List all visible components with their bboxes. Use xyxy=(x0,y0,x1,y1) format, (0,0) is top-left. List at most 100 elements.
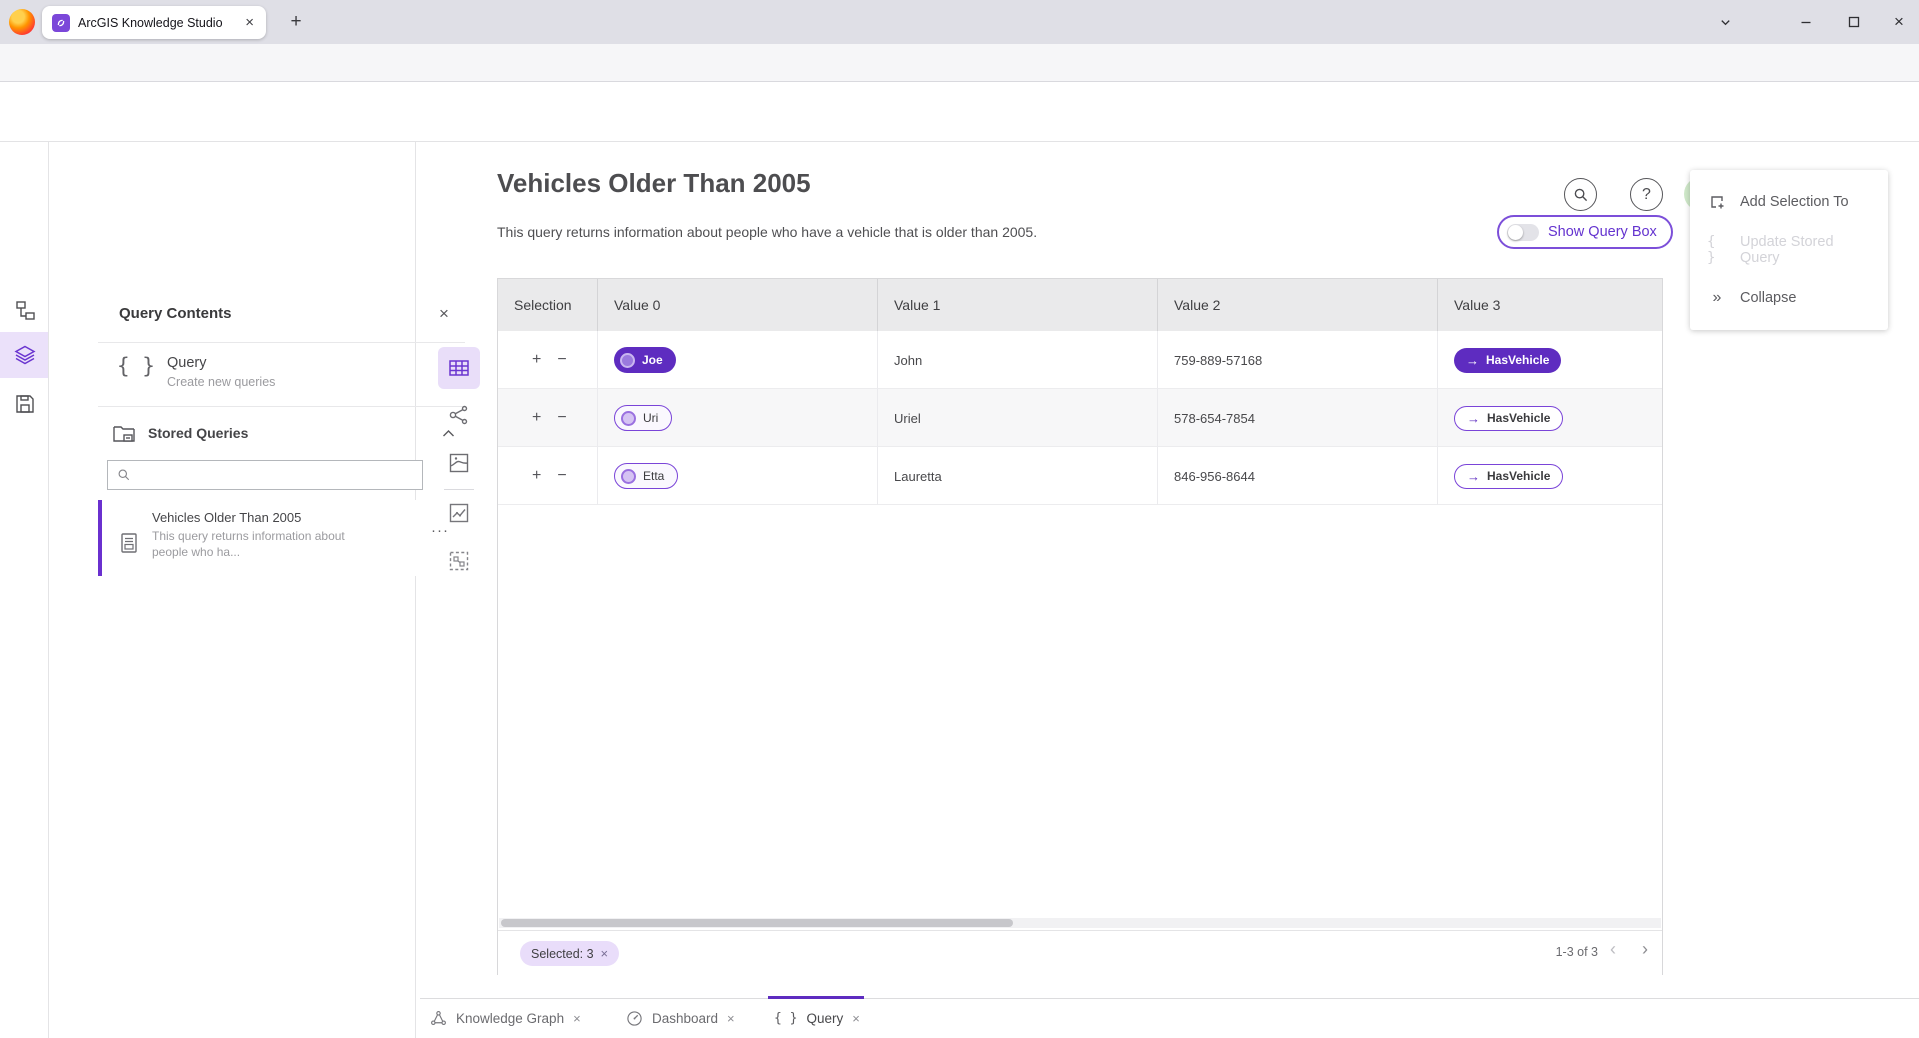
table-header-row: Selection Value 0 Value 1 Value 2 Value … xyxy=(498,279,1662,331)
scrollbar-thumb[interactable] xyxy=(501,919,1013,927)
link-chart-icon[interactable] xyxy=(448,404,470,426)
chart-view-icon[interactable] xyxy=(448,502,470,524)
table-view-icon[interactable] xyxy=(448,357,470,379)
stored-query-title: Vehicles Older Than 2005 xyxy=(152,510,301,525)
stored-queries-header[interactable]: Stored Queries xyxy=(148,425,248,441)
window-close-icon[interactable]: × xyxy=(1886,11,1912,33)
table-row[interactable]: + − Joe John 759-889-57168 →HasVehicle xyxy=(498,331,1662,389)
sitemap-icon[interactable] xyxy=(14,299,36,321)
toggle-label: Show Query Box xyxy=(1548,224,1657,240)
tab-title: ArcGIS Knowledge Studio xyxy=(78,16,235,30)
add-to-selection-icon[interactable]: + xyxy=(532,351,541,369)
tab-close-icon[interactable]: × xyxy=(243,14,256,31)
dashboard-gauge-icon xyxy=(626,1010,643,1027)
maximize-icon[interactable] xyxy=(1841,11,1867,33)
stored-queries-search-input[interactable] xyxy=(107,460,423,490)
tab-knowledge-graph[interactable]: Knowledge Graph × xyxy=(430,998,581,1038)
query-item-subtitle: Create new queries xyxy=(167,375,275,389)
layers-icon[interactable] xyxy=(14,344,36,366)
tab-close-icon[interactable]: × xyxy=(573,1011,581,1026)
map-view-icon[interactable] xyxy=(448,452,470,474)
entity-dot-icon xyxy=(621,469,636,484)
cell-value[interactable]: Uriel xyxy=(878,389,1158,447)
entity-pill[interactable]: Etta xyxy=(614,463,678,489)
add-to-selection-icon[interactable]: + xyxy=(532,409,541,427)
entity-pill[interactable]: Uri xyxy=(614,405,672,431)
tab-dashboard[interactable]: Dashboard × xyxy=(626,998,735,1038)
query-item-title: Query xyxy=(167,355,207,371)
context-menu: Add Selection To { } Update Stored Query… xyxy=(1690,170,1888,330)
pagination-range: 1-3 of 3 xyxy=(1518,945,1598,959)
selected-count-chip[interactable]: Selected: 3 × xyxy=(520,941,619,966)
browser-tab[interactable]: ArcGIS Knowledge Studio × xyxy=(42,6,266,39)
table-row[interactable]: + − Uri Uriel 578-654-7854 →HasVehicle xyxy=(498,389,1662,447)
horizontal-scrollbar[interactable] xyxy=(499,918,1661,928)
entity-dot-icon xyxy=(620,353,635,368)
table-footer: Selected: 3 × 1-3 of 3 ‹ › xyxy=(498,930,1662,975)
column-header[interactable]: Selection xyxy=(498,279,598,331)
item-options-icon[interactable]: ··· xyxy=(431,522,449,539)
remove-from-selection-icon[interactable]: − xyxy=(557,467,566,485)
app-window: ArcGIS Knowledge Studio × + × ← → http xyxy=(0,0,1919,1038)
panel-close-icon[interactable]: × xyxy=(439,304,449,324)
collapse-section-chevron-icon[interactable] xyxy=(442,429,455,438)
stored-query-item[interactable]: Vehicles Older Than 2005 This query retu… xyxy=(98,500,465,576)
cell-value[interactable]: 846-956-8644 xyxy=(1158,447,1438,505)
braces-icon: { } xyxy=(774,1011,797,1026)
tab-query[interactable]: { } Query × xyxy=(774,998,860,1038)
minimize-icon[interactable] xyxy=(1793,11,1819,33)
column-header[interactable]: Value 2 xyxy=(1158,279,1438,331)
clear-selection-icon[interactable]: × xyxy=(601,946,609,961)
menu-item-add-selection-to[interactable]: Add Selection To xyxy=(1690,178,1888,226)
page-prev-icon[interactable]: ‹ xyxy=(1610,939,1616,960)
cell-value[interactable]: 578-654-7854 xyxy=(1158,389,1438,447)
braces-icon: { } xyxy=(117,354,155,378)
cell-value[interactable]: Lauretta xyxy=(878,447,1158,505)
firefox-icon[interactable] xyxy=(9,9,35,35)
tab-close-icon[interactable]: × xyxy=(727,1011,735,1026)
browser-url-bar: ← → https://dev0028833.esri.com/portal/a… xyxy=(0,44,1919,82)
help-button[interactable]: ? xyxy=(1630,178,1663,211)
selection-view-icon[interactable] xyxy=(448,550,470,572)
save-icon[interactable] xyxy=(14,393,36,415)
stored-queries-folder-icon xyxy=(112,423,136,445)
page-title: Vehicles Older Than 2005 xyxy=(497,168,811,199)
search-button[interactable] xyxy=(1564,178,1597,211)
new-tab-button[interactable]: + xyxy=(284,10,308,34)
page-next-icon[interactable]: › xyxy=(1642,939,1648,960)
menu-item-collapse[interactable]: » Collapse xyxy=(1690,274,1888,322)
braces-icon: { } xyxy=(1707,234,1727,266)
column-header[interactable]: Value 3 xyxy=(1438,279,1662,331)
tab-close-icon[interactable]: × xyxy=(852,1011,860,1026)
query-contents-panel: Query Contents × { } Query Create new qu… xyxy=(49,142,416,1038)
entity-dot-icon xyxy=(621,411,636,426)
arrow-right-icon: → xyxy=(1466,353,1479,368)
entity-pill[interactable]: Joe xyxy=(614,347,676,373)
arrow-right-icon: → xyxy=(1467,411,1480,426)
relationship-pill[interactable]: →HasVehicle xyxy=(1454,406,1563,431)
toggle-switch[interactable] xyxy=(1507,224,1539,241)
results-table: Selection Value 0 Value 1 Value 2 Value … xyxy=(497,278,1663,975)
column-header[interactable]: Value 1 xyxy=(878,279,1158,331)
page-description: This query returns information about peo… xyxy=(497,224,1037,240)
cell-value[interactable]: John xyxy=(878,331,1158,389)
app-header: Certification Project ? PL publisher2 la… xyxy=(0,82,1919,142)
menu-item-update-stored-query[interactable]: { } Update Stored Query xyxy=(1690,226,1888,274)
knowledge-graph-icon xyxy=(430,1010,447,1027)
cell-value[interactable]: 759-889-57168 xyxy=(1158,331,1438,389)
collapse-chevrons-icon: » xyxy=(1707,289,1727,307)
remove-from-selection-icon[interactable]: − xyxy=(557,351,566,369)
table-row[interactable]: + − Etta Lauretta 846-956-8644 →HasVehic… xyxy=(498,447,1662,505)
selected-indicator xyxy=(98,500,102,576)
left-rail: » xyxy=(0,142,49,1038)
relationship-pill[interactable]: →HasVehicle xyxy=(1454,348,1561,373)
column-header[interactable]: Value 0 xyxy=(598,279,878,331)
arcgis-knowledge-icon xyxy=(52,14,70,32)
stored-query-description: This query returns information about peo… xyxy=(152,528,357,560)
add-to-selection-icon[interactable]: + xyxy=(532,467,541,485)
remove-from-selection-icon[interactable]: − xyxy=(557,409,566,427)
arrow-right-icon: → xyxy=(1467,469,1480,484)
relationship-pill[interactable]: →HasVehicle xyxy=(1454,464,1563,489)
list-tabs-icon[interactable] xyxy=(1712,11,1738,33)
show-query-box-toggle[interactable]: Show Query Box xyxy=(1497,215,1673,249)
